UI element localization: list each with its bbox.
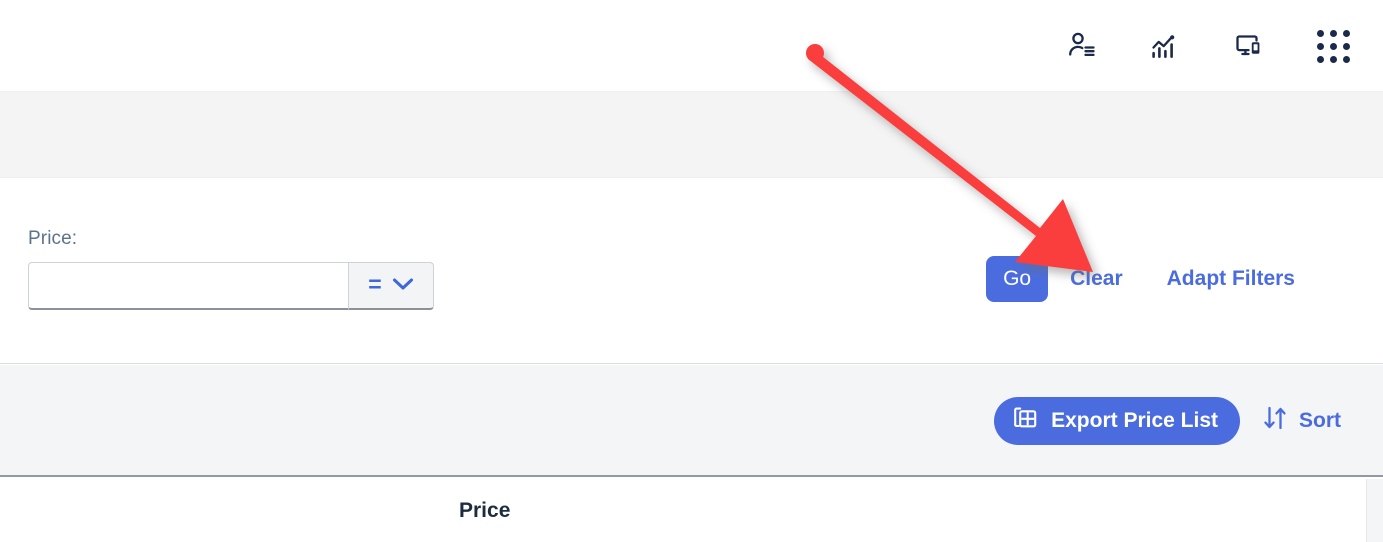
sort-arrows-icon [1262,405,1290,437]
sort-button[interactable]: Sort [1258,405,1345,437]
chevron-down-icon [392,277,414,294]
price-filter-input[interactable] [28,262,348,310]
toolbar-actions-group: Export Price List Sort [994,365,1345,477]
export-price-list-button[interactable]: Export Price List [994,397,1240,445]
clear-button[interactable]: Clear [1048,267,1145,291]
filter-actions-group: Go Clear Adapt Filters [986,256,1317,302]
price-filter-field: Price: = [28,228,434,310]
user-details-icon[interactable] [1059,24,1103,68]
multi-device-icon[interactable] [1227,24,1271,68]
shell-header-icon-group [1059,0,1355,92]
table-toolbar: Export Price List Sort [0,365,1383,477]
price-filter-input-group: = [28,262,434,310]
export-price-list-label: Export Price List [1051,409,1218,432]
table-header-row: Price [0,479,1383,542]
price-filter-operator-button[interactable]: = [348,262,434,310]
column-header-price[interactable]: Price [459,499,510,523]
analytics-chart-icon[interactable] [1143,24,1187,68]
application-root: Price: = Go Clear Adapt Filters Export P… [0,0,1383,542]
equals-operator-icon: = [368,271,382,297]
spreadsheet-export-icon [1012,405,1039,438]
app-launcher-grid-icon[interactable] [1311,24,1355,68]
shell-header [0,0,1383,92]
sort-label: Sort [1299,409,1341,432]
adapt-filters-button[interactable]: Adapt Filters [1145,267,1317,291]
go-button[interactable]: Go [986,256,1049,302]
page-title-band [0,92,1383,178]
price-filter-label: Price: [28,228,78,249]
filter-bar: Price: = Go Clear Adapt Filters [0,178,1383,364]
vertical-scrollbar[interactable] [1366,479,1383,542]
